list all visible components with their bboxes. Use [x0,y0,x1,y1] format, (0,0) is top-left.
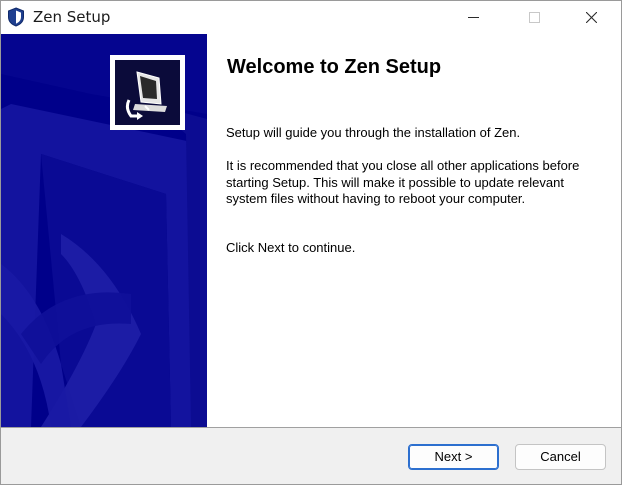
cancel-button[interactable]: Cancel [515,444,606,470]
recommendation-text: It is recommended that you close all oth… [226,158,580,206]
close-button[interactable] [568,1,614,34]
minimize-button[interactable] [450,1,496,34]
title-bar[interactable]: Zen Setup [1,1,621,34]
maximize-icon [529,12,540,23]
window-title: Zen Setup [33,8,111,26]
wizard-footer: Next > Cancel [1,428,621,484]
wizard-sidebar-banner [1,34,207,427]
welcome-heading: Welcome to Zen Setup [227,56,442,78]
next-button[interactable]: Next > [408,444,499,470]
computer-install-icon [115,60,180,125]
maximize-button[interactable] [511,1,557,34]
shield-icon [8,7,24,27]
intro-text: Setup will guide you through the install… [226,125,521,140]
setup-window: Zen Setup Welcome to Zen Setup Setup wil… [0,0,622,485]
installer-logo [110,55,185,130]
minimize-icon [468,17,479,18]
close-icon [586,12,597,23]
continue-instruction-text: Click Next to continue. [226,240,356,255]
wizard-content: Welcome to Zen Setup Setup will guide yo… [1,34,621,427]
